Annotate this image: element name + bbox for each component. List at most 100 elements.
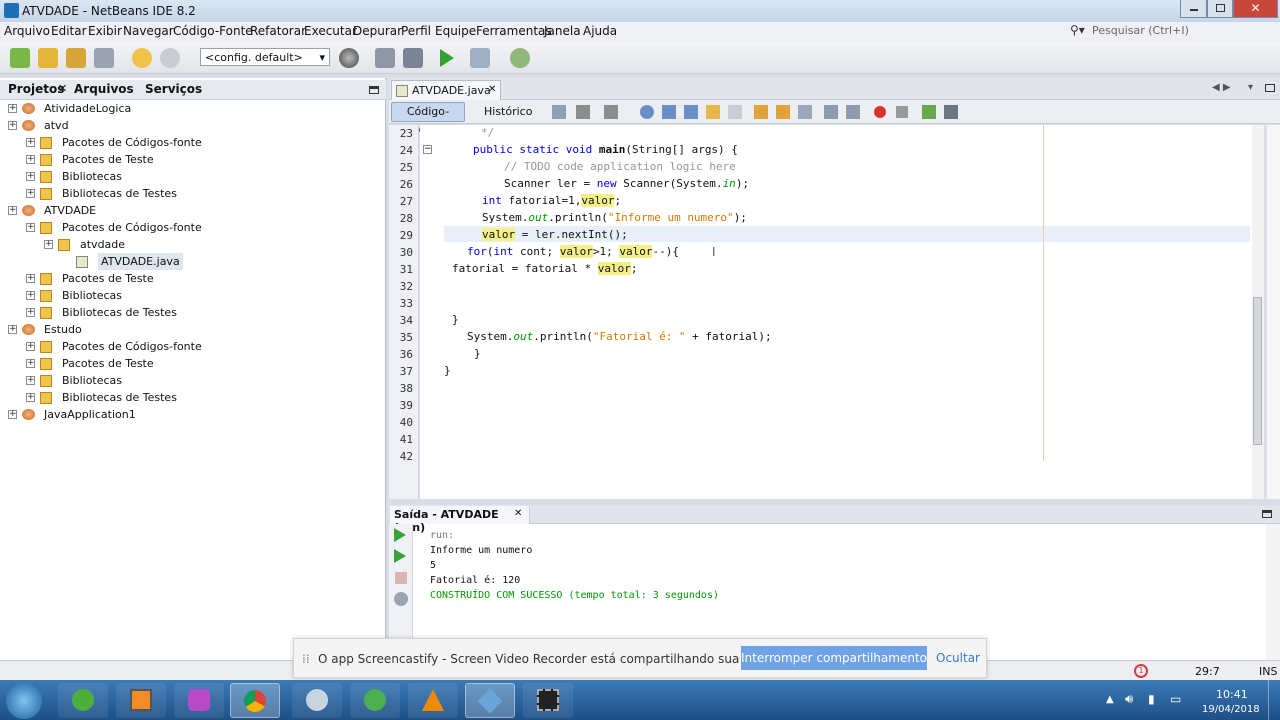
profile-icon[interactable] (510, 48, 530, 68)
tree-item[interactable]: + Pacotes de Códigos-fonte (0, 338, 386, 355)
hide-button[interactable]: Ocultar (934, 646, 982, 670)
tab-servicos[interactable]: Serviços (145, 82, 202, 96)
tree-item[interactable]: + Pacotes de Códigos-fonte (0, 134, 386, 151)
menu-editar[interactable]: Editar (51, 24, 87, 38)
tree-item[interactable]: + Estudo (0, 321, 386, 338)
find-next-icon[interactable] (684, 105, 698, 119)
expand-toggle-icon[interactable]: + (26, 393, 35, 402)
expand-toggle-icon[interactable]: + (26, 308, 35, 317)
undo-icon[interactable] (132, 48, 152, 68)
clock-date[interactable]: 19/04/2018 (1202, 704, 1260, 715)
search-box[interactable]: ⚲▾ Pesquisar (Ctrl+I) (1068, 22, 1280, 40)
expand-toggle-icon[interactable]: + (26, 342, 35, 351)
expand-toggle-icon[interactable]: + (44, 240, 53, 249)
menu-executar[interactable]: Executar (304, 24, 357, 38)
expand-toggle-icon[interactable]: + (8, 104, 17, 113)
power-icon[interactable]: ▭ (1170, 692, 1181, 706)
browser-icon[interactable] (339, 48, 359, 68)
toggle-rect-selection-icon[interactable] (728, 105, 742, 119)
close-tab-icon[interactable]: ✕ (514, 508, 522, 519)
taskbar-sublime[interactable] (116, 683, 166, 718)
output-scrollbar[interactable] (1266, 524, 1280, 660)
shift-right-icon[interactable] (846, 105, 860, 119)
network-icon[interactable]: ▮ (1148, 692, 1155, 706)
expand-toggle-icon[interactable]: + (8, 325, 17, 334)
taskbar-chrome[interactable] (230, 683, 280, 718)
save-all-icon[interactable] (94, 48, 114, 68)
rerun-with-options-icon[interactable] (394, 549, 406, 563)
previous-bookmark-icon[interactable] (754, 105, 768, 119)
tree-item[interactable]: + Bibliotecas (0, 168, 386, 185)
tree-item[interactable]: + Pacotes de Códigos-fonte (0, 219, 386, 236)
maximize-editor-icon[interactable] (1265, 84, 1275, 92)
shift-left-icon[interactable] (824, 105, 838, 119)
clean-build-icon[interactable] (403, 48, 423, 68)
show-hidden-icons-icon[interactable]: ▲ (1106, 694, 1114, 705)
new-project-icon[interactable] (38, 48, 58, 68)
drag-handle-icon[interactable]: ⁞⁞ (302, 652, 310, 666)
taskbar-video[interactable] (523, 683, 573, 718)
tab-codigo-fonte[interactable]: Código-Fonte (391, 102, 465, 136)
open-project-icon[interactable] (66, 48, 86, 68)
run-icon[interactable] (436, 48, 456, 68)
tree-item[interactable]: + Pacotes de Teste (0, 151, 386, 168)
tab-list-icon[interactable]: ▾ (1248, 82, 1253, 93)
expand-toggle-icon[interactable]: + (26, 274, 35, 283)
tree-item[interactable]: + Bibliotecas (0, 287, 386, 304)
start-button[interactable] (6, 683, 42, 719)
taskbar-screen-app[interactable] (174, 683, 224, 718)
find-icon[interactable] (640, 105, 654, 119)
rerun-icon[interactable] (394, 528, 406, 542)
new-file-icon[interactable] (10, 48, 30, 68)
tree-item[interactable]: + ATVDADE (0, 202, 386, 219)
settings-icon[interactable] (394, 592, 408, 606)
expand-toggle-icon[interactable]: + (26, 172, 35, 181)
uncomment-icon[interactable] (944, 105, 958, 119)
minimize-panel-icon[interactable] (369, 86, 379, 94)
menu-equipe[interactable]: Equipe (435, 24, 476, 38)
expand-toggle-icon[interactable]: + (26, 291, 35, 300)
restore-button[interactable] (1207, 0, 1233, 18)
config-select[interactable]: <config. default> ▾ (200, 48, 330, 66)
close-tab-icon[interactable]: ✕ (58, 82, 67, 95)
toggle-bookmark-icon[interactable] (798, 105, 812, 119)
expand-toggle-icon[interactable]: + (8, 206, 17, 215)
debug-icon[interactable] (470, 48, 490, 68)
menu-exibir[interactable]: Exibir (88, 24, 122, 38)
expand-toggle-icon[interactable]: + (26, 138, 35, 147)
comment-icon[interactable] (922, 105, 936, 119)
tree-item[interactable]: ATVDADE.java (0, 253, 386, 270)
taskbar-utorrent[interactable] (58, 683, 108, 718)
stop-sharing-button[interactable]: Interromper compartilhamento (741, 646, 927, 670)
taskbar-netbeans[interactable] (465, 683, 515, 718)
menu-ajuda[interactable]: Ajuda (583, 24, 617, 38)
menu-depurar[interactable]: Depurar (353, 24, 402, 38)
minimize-panel-icon[interactable] (1262, 510, 1272, 518)
expand-toggle-icon[interactable]: + (8, 410, 17, 419)
expand-toggle-icon[interactable]: + (26, 155, 35, 164)
clock-time[interactable]: 10:41 (1216, 688, 1248, 701)
notifications-icon[interactable]: 1 (1134, 664, 1148, 678)
tab-arquivos[interactable]: Arquivos (74, 82, 134, 96)
close-button[interactable]: ✕ (1233, 0, 1278, 18)
tree-item[interactable]: + Bibliotecas de Testes (0, 185, 386, 202)
tree-item[interactable]: + atvd (0, 117, 386, 134)
find-previous-icon[interactable] (662, 105, 676, 119)
next-bookmark-icon[interactable] (776, 105, 790, 119)
taskbar-git[interactable] (350, 683, 400, 718)
menu-janela[interactable]: Janela (544, 24, 581, 38)
tree-item[interactable]: + Bibliotecas de Testes (0, 389, 386, 406)
menu-perfil[interactable]: Perfil (401, 24, 431, 38)
menu-arquivo[interactable]: Arquivo (4, 24, 50, 38)
tree-item[interactable]: + JavaApplication1 (0, 406, 386, 423)
tree-item[interactable]: + Bibliotecas de Testes (0, 304, 386, 321)
close-tab-icon[interactable]: ✕ (488, 84, 496, 95)
minimize-button[interactable] (1180, 0, 1207, 18)
show-desktop-button[interactable] (1268, 680, 1280, 720)
toggle-highlight-icon[interactable] (706, 105, 720, 119)
editor-tab-atvdade[interactable]: ATVDADE.java ✕ (391, 80, 501, 100)
build-icon[interactable] (375, 48, 395, 68)
forward-icon[interactable] (604, 105, 618, 119)
tree-item[interactable]: + Bibliotecas (0, 372, 386, 389)
tree-item[interactable]: + Pacotes de Teste (0, 355, 386, 372)
